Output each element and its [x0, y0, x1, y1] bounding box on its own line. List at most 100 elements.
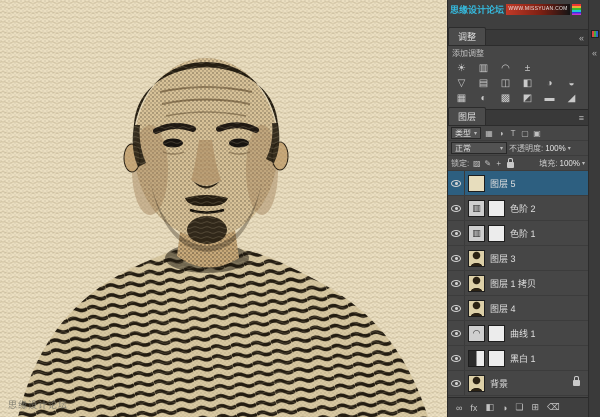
layer-name: 色阶 1: [510, 227, 536, 240]
kind-filter-select[interactable]: 类型 ▾: [451, 127, 481, 139]
layer-thumbnail[interactable]: [468, 275, 485, 292]
visibility-toggle[interactable]: [448, 196, 465, 220]
visibility-toggle[interactable]: [448, 371, 465, 395]
levels-icon[interactable]: ▥: [473, 61, 494, 76]
layer-name: 图层 3: [490, 252, 516, 265]
layer-lock-icon: [573, 380, 580, 386]
posterize-icon[interactable]: ▩: [495, 91, 516, 106]
selective-color-icon[interactable]: ◢: [561, 91, 582, 106]
layer-thumbnail[interactable]: [468, 250, 485, 267]
hue-saturation-icon[interactable]: ▤: [473, 76, 494, 91]
new-layer-icon[interactable]: ⊞: [531, 402, 539, 413]
layer-row[interactable]: 图层 5: [448, 171, 588, 196]
filter-shape-icon[interactable]: ▢: [519, 129, 531, 138]
layer-row[interactable]: 曲线 1: [448, 321, 588, 346]
layer-thumbnail[interactable]: [468, 350, 485, 367]
new-adjustment-layer-icon[interactable]: ◑: [502, 403, 507, 413]
invert-icon[interactable]: ◐: [473, 91, 494, 106]
filter-icons: ▦◑T▢▣: [483, 129, 543, 138]
add-layer-mask-icon[interactable]: ◧: [485, 402, 494, 413]
layer-thumbnail[interactable]: [468, 175, 485, 192]
vibrance-icon[interactable]: ▽: [451, 76, 472, 91]
layer-thumbnail[interactable]: [468, 375, 485, 392]
black-white-icon[interactable]: ◧: [517, 76, 538, 91]
delete-layer-icon[interactable]: ⌫: [547, 402, 560, 413]
layer-name: 黑白 1: [510, 352, 536, 365]
add-adjustment-label: 添加调整: [452, 48, 585, 59]
chevron-down-icon: ▾: [474, 130, 477, 137]
threshold-icon[interactable]: ◩: [517, 91, 538, 106]
exposure-icon[interactable]: ±: [517, 61, 538, 76]
watermark-site-url: WWW.MISSYUAN.COM: [508, 6, 567, 12]
visibility-toggle[interactable]: [448, 271, 465, 295]
visibility-toggle[interactable]: [448, 246, 465, 270]
watermark-site-name: 思缘设计论坛: [450, 3, 504, 16]
adjustments-tabbar: 调整 «: [448, 30, 588, 46]
swatches-panel-icon[interactable]: [591, 30, 599, 38]
blend-mode-value: 正常: [455, 143, 471, 154]
color-balance-icon[interactable]: ◫: [495, 76, 516, 91]
layer-mask-thumbnail[interactable]: [488, 350, 505, 367]
color-lookup-icon[interactable]: ▦: [451, 91, 472, 106]
layer-thumbnail[interactable]: [468, 300, 485, 317]
layer-mask-thumbnail[interactable]: [488, 225, 505, 242]
filter-adjustment-icon[interactable]: ◑: [495, 129, 507, 138]
watermark-banner: 思缘设计论坛 WWW.MISSYUAN.COM: [448, 0, 588, 17]
photo-filter-icon[interactable]: ◑: [539, 76, 560, 91]
filter-pixel-icon[interactable]: ▦: [483, 129, 495, 138]
channel-mixer-icon[interactable]: ◒: [561, 76, 582, 91]
chevron-down-icon[interactable]: ▾: [582, 160, 585, 167]
panel-menu-icon[interactable]: ≡: [575, 113, 588, 125]
layer-mask-thumbnail[interactable]: [488, 200, 505, 217]
layer-filter-row: 类型 ▾ ▦◑T▢▣: [448, 126, 588, 141]
eye-icon: [451, 205, 461, 212]
lock-all-icon[interactable]: [507, 162, 514, 168]
layer-mask-thumbnail[interactable]: [488, 325, 505, 342]
expand-dock-icon[interactable]: «: [592, 48, 597, 58]
layer-thumbnail[interactable]: [468, 225, 485, 242]
document-canvas[interactable]: 思缘设计论坛: [0, 0, 447, 417]
lock-position-icon[interactable]: +: [493, 159, 504, 168]
curves-icon[interactable]: ◠: [495, 61, 516, 76]
layer-row[interactable]: 图层 4: [448, 296, 588, 321]
adjustments-panel: 添加调整 ☀▥◠± ▽▤◫◧◑◒ ▦◐▩◩▬◢: [448, 46, 588, 110]
tab-layers[interactable]: 图层: [448, 107, 486, 125]
visibility-toggle[interactable]: [448, 321, 465, 345]
layer-row[interactable]: 黑白 1: [448, 346, 588, 371]
layer-name: 曲线 1: [510, 327, 536, 340]
layer-row[interactable]: 背景: [448, 371, 588, 396]
chevron-down-icon[interactable]: ▾: [568, 145, 571, 152]
canvas-watermark: 思缘设计论坛: [8, 398, 68, 411]
collapse-panels-icon[interactable]: «: [575, 33, 588, 45]
gradient-map-icon[interactable]: ▬: [539, 91, 560, 106]
fill-value[interactable]: 100%: [560, 159, 580, 168]
layer-row[interactable]: 图层 1 拷贝: [448, 271, 588, 296]
layer-row[interactable]: 色阶 1: [448, 221, 588, 246]
blend-opacity-row: 正常 ▾ 不透明度: 100% ▾: [448, 141, 588, 156]
layer-style-icon[interactable]: fx: [470, 403, 477, 413]
layer-name: 背景: [490, 377, 508, 390]
filter-smart-icon[interactable]: ▣: [531, 129, 543, 138]
layer-thumbnail[interactable]: [468, 200, 485, 217]
opacity-value[interactable]: 100%: [545, 144, 565, 153]
brightness-contrast-icon[interactable]: ☀: [451, 61, 472, 76]
eye-icon: [451, 380, 461, 387]
layer-row[interactable]: 色阶 2: [448, 196, 588, 221]
link-layers-icon[interactable]: ∞: [456, 403, 462, 413]
layer-row[interactable]: 图层 3: [448, 246, 588, 271]
blend-mode-select[interactable]: 正常 ▾: [451, 142, 507, 154]
lock-transparency-icon[interactable]: ▨: [471, 159, 482, 168]
adjustments-grid: ☀▥◠± ▽▤◫◧◑◒ ▦◐▩◩▬◢: [451, 61, 585, 106]
panel-dock: 思缘设计论坛 WWW.MISSYUAN.COM 调整 « 添加调整 ☀▥◠± ▽▤…: [447, 0, 588, 417]
visibility-toggle[interactable]: [448, 221, 465, 245]
visibility-toggle[interactable]: [448, 171, 465, 195]
portrait-artwork: [0, 0, 447, 417]
visibility-toggle[interactable]: [448, 296, 465, 320]
visibility-toggle[interactable]: [448, 346, 465, 370]
lock-pixels-icon[interactable]: ✎: [482, 159, 493, 168]
layer-list: 图层 5色阶 2 色阶 1 图层 3 图层 1 拷贝图层 4 曲线 1 黑白 1背景: [448, 171, 588, 397]
filter-type-icon[interactable]: T: [507, 129, 519, 138]
tab-adjustments[interactable]: 调整: [448, 27, 486, 45]
layer-thumbnail[interactable]: [468, 325, 485, 342]
new-group-icon[interactable]: ❏: [515, 402, 523, 413]
